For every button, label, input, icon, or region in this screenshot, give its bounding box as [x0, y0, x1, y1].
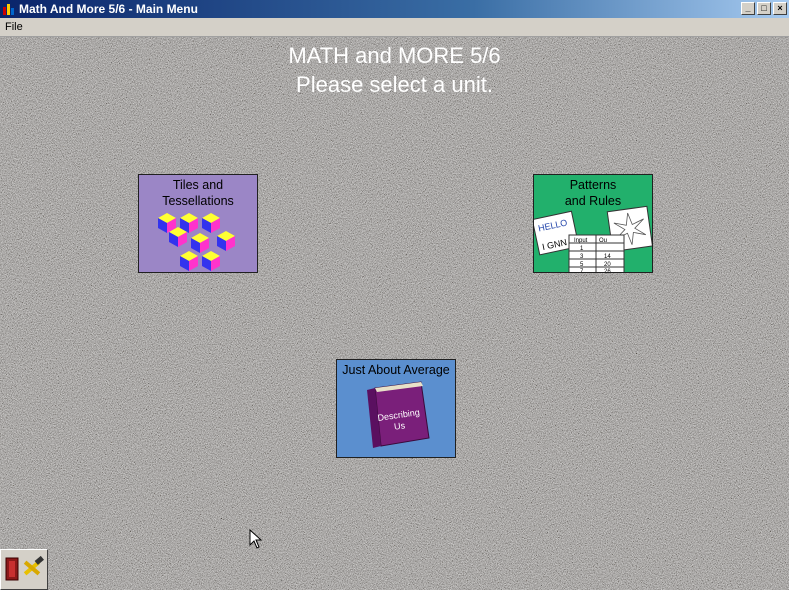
tools-icon [23, 555, 44, 576]
table-cell: 14 [604, 254, 611, 260]
close-button[interactable]: × [773, 2, 787, 15]
input-output-table: Input Ou 1 3 14 5 20 7 26 [568, 234, 625, 273]
unit-just-about-average-button[interactable]: Just About Average Describing Us [336, 359, 456, 458]
page-title: MATH and MORE 5/6 [288, 43, 501, 68]
patterns-illustration: HELLO I GNN Input Ou 1 3 14 5 20 7 26 [534, 205, 652, 273]
table-cell: 26 [604, 269, 611, 273]
unit-patterns-and-rules-button[interactable]: Patterns and Rules HELLO I GNN Input Ou … [533, 174, 653, 273]
book-title-line2: Us [393, 420, 406, 432]
table-header-input: Input [574, 238, 588, 244]
table-cell: 20 [604, 262, 611, 268]
minimize-button[interactable]: _ [741, 2, 755, 15]
unit-tiles-and-tessellations-button[interactable]: Tiles and Tessellations [138, 174, 258, 273]
table-header-output: Ou [599, 238, 607, 244]
maximize-button[interactable]: □ [757, 2, 771, 15]
mouse-cursor-icon [249, 529, 263, 549]
title-bar: Math And More 5/6 - Main Menu _ □ × [0, 0, 789, 18]
granite-background [0, 37, 789, 590]
menu-file[interactable]: File [5, 21, 23, 33]
cubes-icon [158, 213, 235, 271]
main-menu-area: MATH and MORE 5/6 Please select a unit. … [0, 37, 789, 590]
menu-bar: File [0, 18, 789, 37]
app-icon [3, 4, 14, 15]
exit-door-icon [5, 557, 19, 581]
page-subtitle: Please select a unit. [296, 72, 493, 97]
book-icon: Describing Us [367, 381, 430, 448]
window-title: Math And More 5/6 - Main Menu [19, 2, 198, 16]
exit-tools-button[interactable] [0, 549, 48, 590]
